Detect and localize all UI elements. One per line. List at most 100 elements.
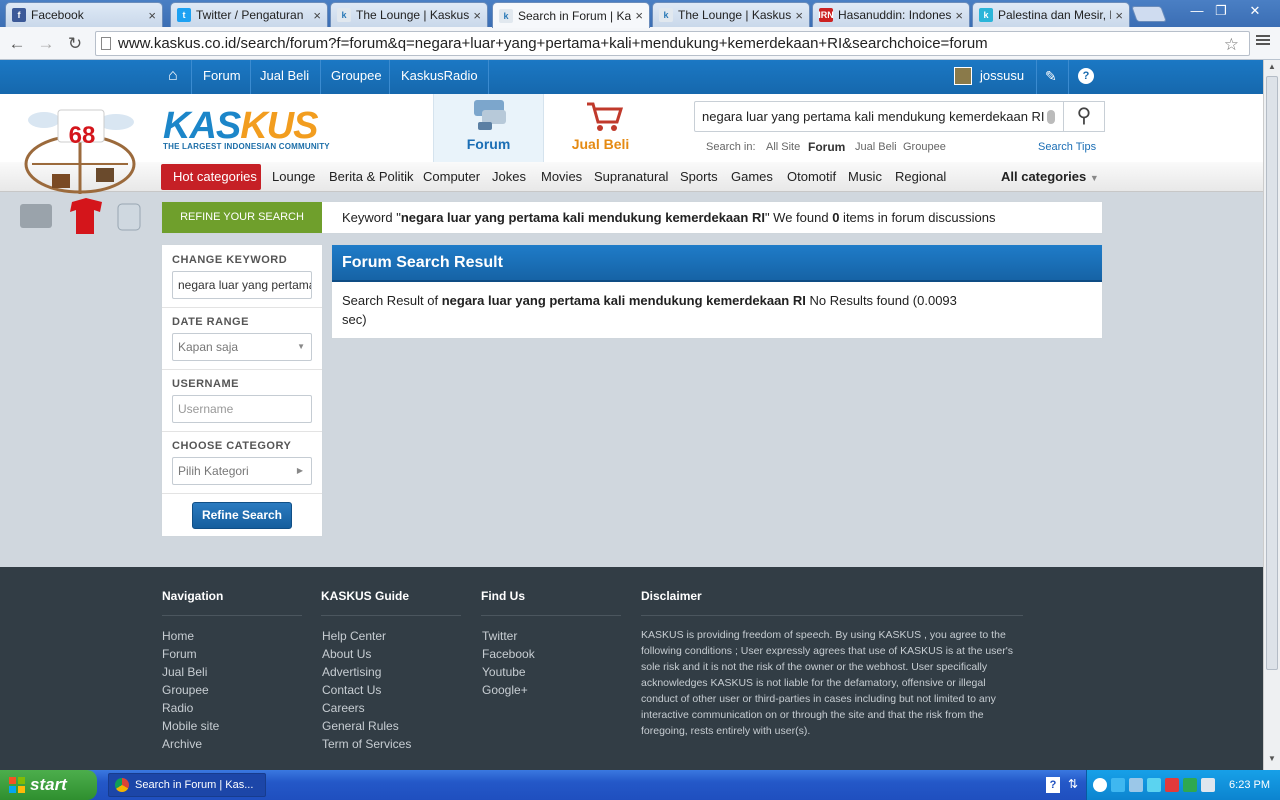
footer-link[interactable]: Google+ [482,681,535,699]
site-search-input[interactable]: negara luar yang pertama kali mendukung … [694,101,1101,132]
tray-icon-5[interactable] [1183,778,1197,792]
home-icon[interactable]: ⌂ [168,60,178,94]
tray-icon-2[interactable] [1129,778,1143,792]
address-bar[interactable]: www.kaskus.co.id/search/forum?f=forum&q=… [95,31,1250,56]
footer-link[interactable]: Radio [162,699,219,717]
reload-button[interactable]: ↻ [64,33,86,55]
tray-back-icon[interactable] [1093,778,1107,792]
category-item[interactable]: Supranatural [594,162,668,192]
search-tips-link[interactable]: Search Tips [1038,141,1096,153]
footer-link[interactable]: Careers [322,699,411,717]
category-item[interactable]: Jokes [492,162,526,192]
browser-tab[interactable]: f Facebook × [5,2,163,27]
user-avatar[interactable] [954,67,972,85]
tray-icon-3[interactable] [1147,778,1161,792]
category-select[interactable]: Pilih Kategori ▶ [172,457,312,485]
chrome-menu-icon[interactable] [1256,33,1270,47]
search-in-all-site[interactable]: All Site [766,141,800,153]
category-item[interactable]: Music [848,162,882,192]
forum-channel-tab[interactable]: Forum [433,94,544,162]
topnav-groupee[interactable]: Groupee [331,60,382,94]
forward-button[interactable]: → [35,33,57,55]
tray-display-icon[interactable] [1201,778,1215,792]
category-item[interactable]: Berita & Politik [329,162,414,192]
new-tab-button[interactable] [1131,6,1167,22]
topnav-jual-beli[interactable]: Jual Beli [260,60,309,94]
footer-link[interactable]: Mobile site [162,717,219,735]
footer-link[interactable]: Help Center [322,627,411,645]
footer-link[interactable]: Archive [162,735,219,753]
footer-link[interactable]: Groupee [162,681,219,699]
help-icon[interactable]: ? [1078,68,1094,84]
tab-close-icon[interactable]: × [473,8,481,23]
footer-link[interactable]: About Us [322,645,411,663]
browser-tab[interactable]: k Palestina dan Mesir, N × [972,2,1130,27]
browser-tab[interactable]: k The Lounge | Kaskus - × [330,2,488,27]
footer-link[interactable]: Twitter [482,627,535,645]
footer-link[interactable]: Forum [162,645,219,663]
help-tray-icon[interactable]: ? [1046,777,1060,793]
category-item[interactable]: Sports [680,162,718,192]
network-tray-icon[interactable]: ⇅ [1068,777,1082,793]
footer-link[interactable]: Facebook [482,645,535,663]
scroll-down-arrow-icon[interactable]: ▼ [1266,754,1278,766]
browser-tab[interactable]: IRN Hasanuddin: Indonesi × [812,2,970,27]
kaskus-logo[interactable]: KASKUS THE LARGEST INDONESIAN COMMUNITY [163,107,330,151]
refine-your-search-tag[interactable]: REFINE YOUR SEARCH [162,202,322,233]
tab-close-icon[interactable]: × [148,8,156,23]
category-item[interactable]: Games [731,162,773,192]
footer-link[interactable]: Home [162,627,219,645]
footer-link[interactable]: Jual Beli [162,663,219,681]
all-categories-dropdown[interactable]: All categories ▼ [1001,162,1099,192]
tab-close-icon[interactable]: × [1115,8,1123,23]
footer-link[interactable]: Youtube [482,663,535,681]
topnav-kaskusradio[interactable]: KaskusRadio [401,60,478,94]
page-scrollbar[interactable]: ▲ ▼ [1263,60,1280,770]
microphone-icon[interactable] [1047,110,1055,124]
restore-window-button[interactable]: ❐ [1210,2,1232,20]
browser-tab[interactable]: k Search in Forum | Kas × [492,2,650,28]
footer-link[interactable]: General Rules [322,717,411,735]
tab-close-icon[interactable]: × [313,8,321,23]
browser-tab[interactable]: t Twitter / Pengaturan × [170,2,328,27]
username-link[interactable]: jossusu [980,60,1024,94]
category-item[interactable]: Otomotif [787,162,836,192]
category-item[interactable]: Movies [541,162,582,192]
url-text: www.kaskus.co.id/search/forum?f=forum&q=… [118,35,988,52]
scrollbar-thumb[interactable] [1266,76,1278,670]
category-item[interactable]: Lounge [272,162,315,192]
username-input[interactable]: Username [172,395,312,423]
close-window-button[interactable]: ✕ [1244,2,1266,20]
jualbeli-channel-tab[interactable]: Jual Beli [545,94,656,162]
minimize-window-button[interactable]: — [1186,2,1208,20]
topnav-forum[interactable]: Forum [203,60,241,94]
bookmark-star-icon[interactable]: ☆ [1224,33,1239,55]
footer-link[interactable]: Contact Us [322,681,411,699]
search-in-groupee[interactable]: Groupee [903,141,946,153]
tab-close-icon[interactable]: × [955,8,963,23]
scroll-up-arrow-icon[interactable]: ▲ [1266,62,1278,74]
tab-title: The Lounge | Kaskus - [356,8,470,22]
search-button[interactable]: ⚲ [1063,101,1105,132]
pencil-icon[interactable]: ✎ [1045,60,1057,94]
search-in-jual-beli[interactable]: Jual Beli [855,141,897,153]
start-button[interactable]: start [0,770,97,800]
tab-close-icon[interactable]: × [635,8,643,23]
refine-search-button[interactable]: Refine Search [192,502,292,529]
browser-tab[interactable]: k The Lounge | Kaskus - × [652,2,810,27]
tab-close-icon[interactable]: × [795,8,803,23]
tray-icon-1[interactable] [1111,778,1125,792]
date-range-select[interactable]: Kapan saja ▼ [172,333,312,361]
hot-categories-button[interactable]: Hot categories [161,164,261,190]
search-in-forum[interactable]: Forum [808,140,845,154]
category-item[interactable]: Computer [423,162,480,192]
taskbar-chrome-window[interactable]: Search in Forum | Kas... [108,773,266,797]
tray-antivirus-icon[interactable] [1165,778,1179,792]
back-button[interactable]: ← [6,33,28,55]
category-item[interactable]: Regional [895,162,946,192]
kaskus-header: KASKUS THE LARGEST INDONESIAN COMMUNITY … [0,94,1263,162]
result-message: Search Result of negara luar yang pertam… [342,291,982,329]
footer-link[interactable]: Advertising [322,663,411,681]
footer-link[interactable]: Term of Services [322,735,411,753]
keyword-input[interactable]: negara luar yang pertama kali mendukung … [172,271,312,299]
